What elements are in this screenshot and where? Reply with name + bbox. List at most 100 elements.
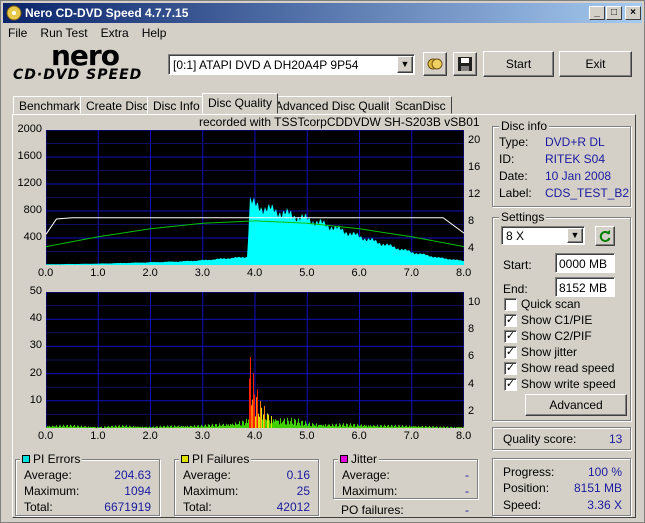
pi-failure-bar [327, 425, 328, 428]
pi-failure-bar [181, 426, 182, 428]
end-input[interactable]: 8152 MB [555, 277, 615, 297]
pi-failure-bar [414, 426, 415, 428]
jitter-title-text: Jitter [351, 452, 378, 466]
pi-failure-bar [330, 426, 331, 428]
y-tick-label-right: 10 [468, 296, 481, 308]
tab-disc-quality[interactable]: Disc Quality [202, 93, 279, 114]
tab-disc-info[interactable]: Disc Info [147, 96, 206, 114]
pi-failure-bar [243, 421, 244, 428]
pi-failure-bar [120, 427, 121, 428]
pi-failure-bar [393, 427, 394, 428]
pi-errors-max-label: Maximum: [24, 484, 80, 498]
pi-failure-bar [363, 426, 364, 428]
pi-failure-bar [251, 405, 252, 428]
pi-failure-bar [442, 427, 443, 428]
close-button[interactable]: × [625, 6, 641, 20]
pi-failure-bar [216, 424, 217, 428]
tab-create-disc[interactable]: Create Disc [80, 96, 155, 114]
pi-failure-bar [319, 424, 320, 428]
checkbox-show-jitter[interactable]: ✓ [504, 346, 517, 359]
disc-type-label: Type: [499, 135, 529, 149]
checkbox-quick-scan[interactable] [504, 298, 517, 311]
drive-select[interactable]: [0:1] ATAPI DVD A DH20A4P 9P54 ▼ [168, 54, 415, 75]
menu-help[interactable]: Help [137, 24, 172, 42]
advanced-button[interactable]: Advanced [525, 394, 627, 416]
x-tick-label: 7.0 [403, 267, 420, 279]
pi-failure-bar [87, 427, 88, 428]
speed-select[interactable]: 8 X ▼ [501, 226, 585, 245]
y-tick-label-right: 4 [468, 242, 475, 254]
window-title: Nero CD-DVD Speed 4.7.7.15 [25, 6, 189, 20]
checkbox-show-write-speed[interactable]: ✓ [504, 378, 517, 391]
pi-failure-bar [340, 424, 341, 428]
pi-failure-bar [310, 426, 311, 428]
pi-failure-bar [368, 425, 369, 428]
pi-failure-bar [101, 426, 102, 428]
start-input[interactable]: 0000 MB [555, 253, 615, 273]
pi-failure-bar [271, 416, 272, 428]
pi-failure-bar [147, 427, 148, 428]
pi-failure-bar [275, 419, 276, 428]
pi-failure-bar [203, 427, 204, 428]
pi-failure-bar [67, 425, 68, 428]
pi-failure-bar [246, 418, 247, 428]
drive-dropdown-arrow[interactable]: ▼ [397, 56, 413, 73]
pi-failure-bar [118, 425, 119, 428]
pi-failure-bar [169, 427, 170, 428]
tab-scandisc[interactable]: ScanDisc [389, 96, 452, 114]
speed-dropdown-arrow[interactable]: ▼ [567, 228, 583, 243]
pi-failure-bar [226, 423, 227, 428]
pi-failure-bar [308, 423, 309, 428]
tab-benchmark[interactable]: Benchmark [13, 96, 86, 114]
pi-failure-bar [422, 425, 423, 428]
pi-failure-bar [406, 425, 407, 428]
po-failures-label: PO failures: [341, 503, 404, 517]
pi-failure-bar [236, 424, 237, 428]
pi-failure-bar [280, 418, 281, 428]
pi-failure-bar [306, 423, 307, 428]
checkbox-show-c2-pif[interactable]: ✓ [504, 330, 517, 343]
pi-failure-bar [116, 426, 117, 428]
pi-failure-bar [131, 426, 132, 428]
pi-failure-bar [50, 426, 51, 428]
pi-failure-bar [345, 426, 346, 428]
pi-failure-bar [135, 426, 136, 428]
pi-failure-bar [338, 426, 339, 428]
checkbox-show-c1-pie[interactable]: ✓ [504, 314, 517, 327]
pi-failure-bar [144, 427, 145, 428]
pi-failure-bar [284, 418, 285, 428]
pi-failure-bar [132, 427, 133, 428]
pi-failure-bar [409, 425, 410, 428]
pi-failure-bar [207, 426, 208, 428]
y-tick-label-left: 20 [29, 366, 42, 379]
eject-button[interactable] [423, 52, 447, 76]
pi-errors-max-value: 1094 [124, 484, 151, 498]
pi-errors-swatch [22, 455, 30, 463]
maximize-button[interactable]: □ [606, 6, 622, 20]
jitter-max-label: Maximum: [342, 484, 398, 498]
checkbox-label: Show C1/PIE [521, 313, 593, 327]
pi-failure-bar [265, 419, 266, 428]
pi-failure-bar [223, 423, 224, 428]
exit-button[interactable]: Exit [559, 51, 632, 77]
pi-failure-bar [457, 427, 458, 428]
title-bar[interactable]: Nero CD-DVD Speed 4.7.7.15 _ □ × [3, 3, 642, 23]
pi-failure-bar [303, 425, 304, 428]
pi-failure-bar [365, 425, 366, 428]
pi-failure-bar [277, 420, 278, 428]
pi-failure-bar [70, 424, 71, 428]
pi-failure-bar [153, 426, 154, 428]
pi-failure-bar [225, 425, 226, 428]
disc-date-label: Date: [499, 169, 528, 183]
x-tick-label: 6.0 [351, 430, 367, 442]
refresh-speed-button[interactable] [595, 226, 615, 246]
menu-file[interactable]: File [3, 24, 32, 42]
pi-failure-bar [278, 420, 279, 428]
pi-failure-bar [351, 425, 352, 428]
save-button[interactable] [453, 52, 477, 76]
y-tick-label-right: 6 [468, 350, 475, 363]
minimize-button[interactable]: _ [589, 6, 605, 20]
checkbox-show-read-speed[interactable]: ✓ [504, 362, 517, 375]
start-button[interactable]: Start [483, 51, 554, 77]
tab-advanced-disc-quality[interactable]: Advanced Disc Quality [269, 96, 402, 114]
